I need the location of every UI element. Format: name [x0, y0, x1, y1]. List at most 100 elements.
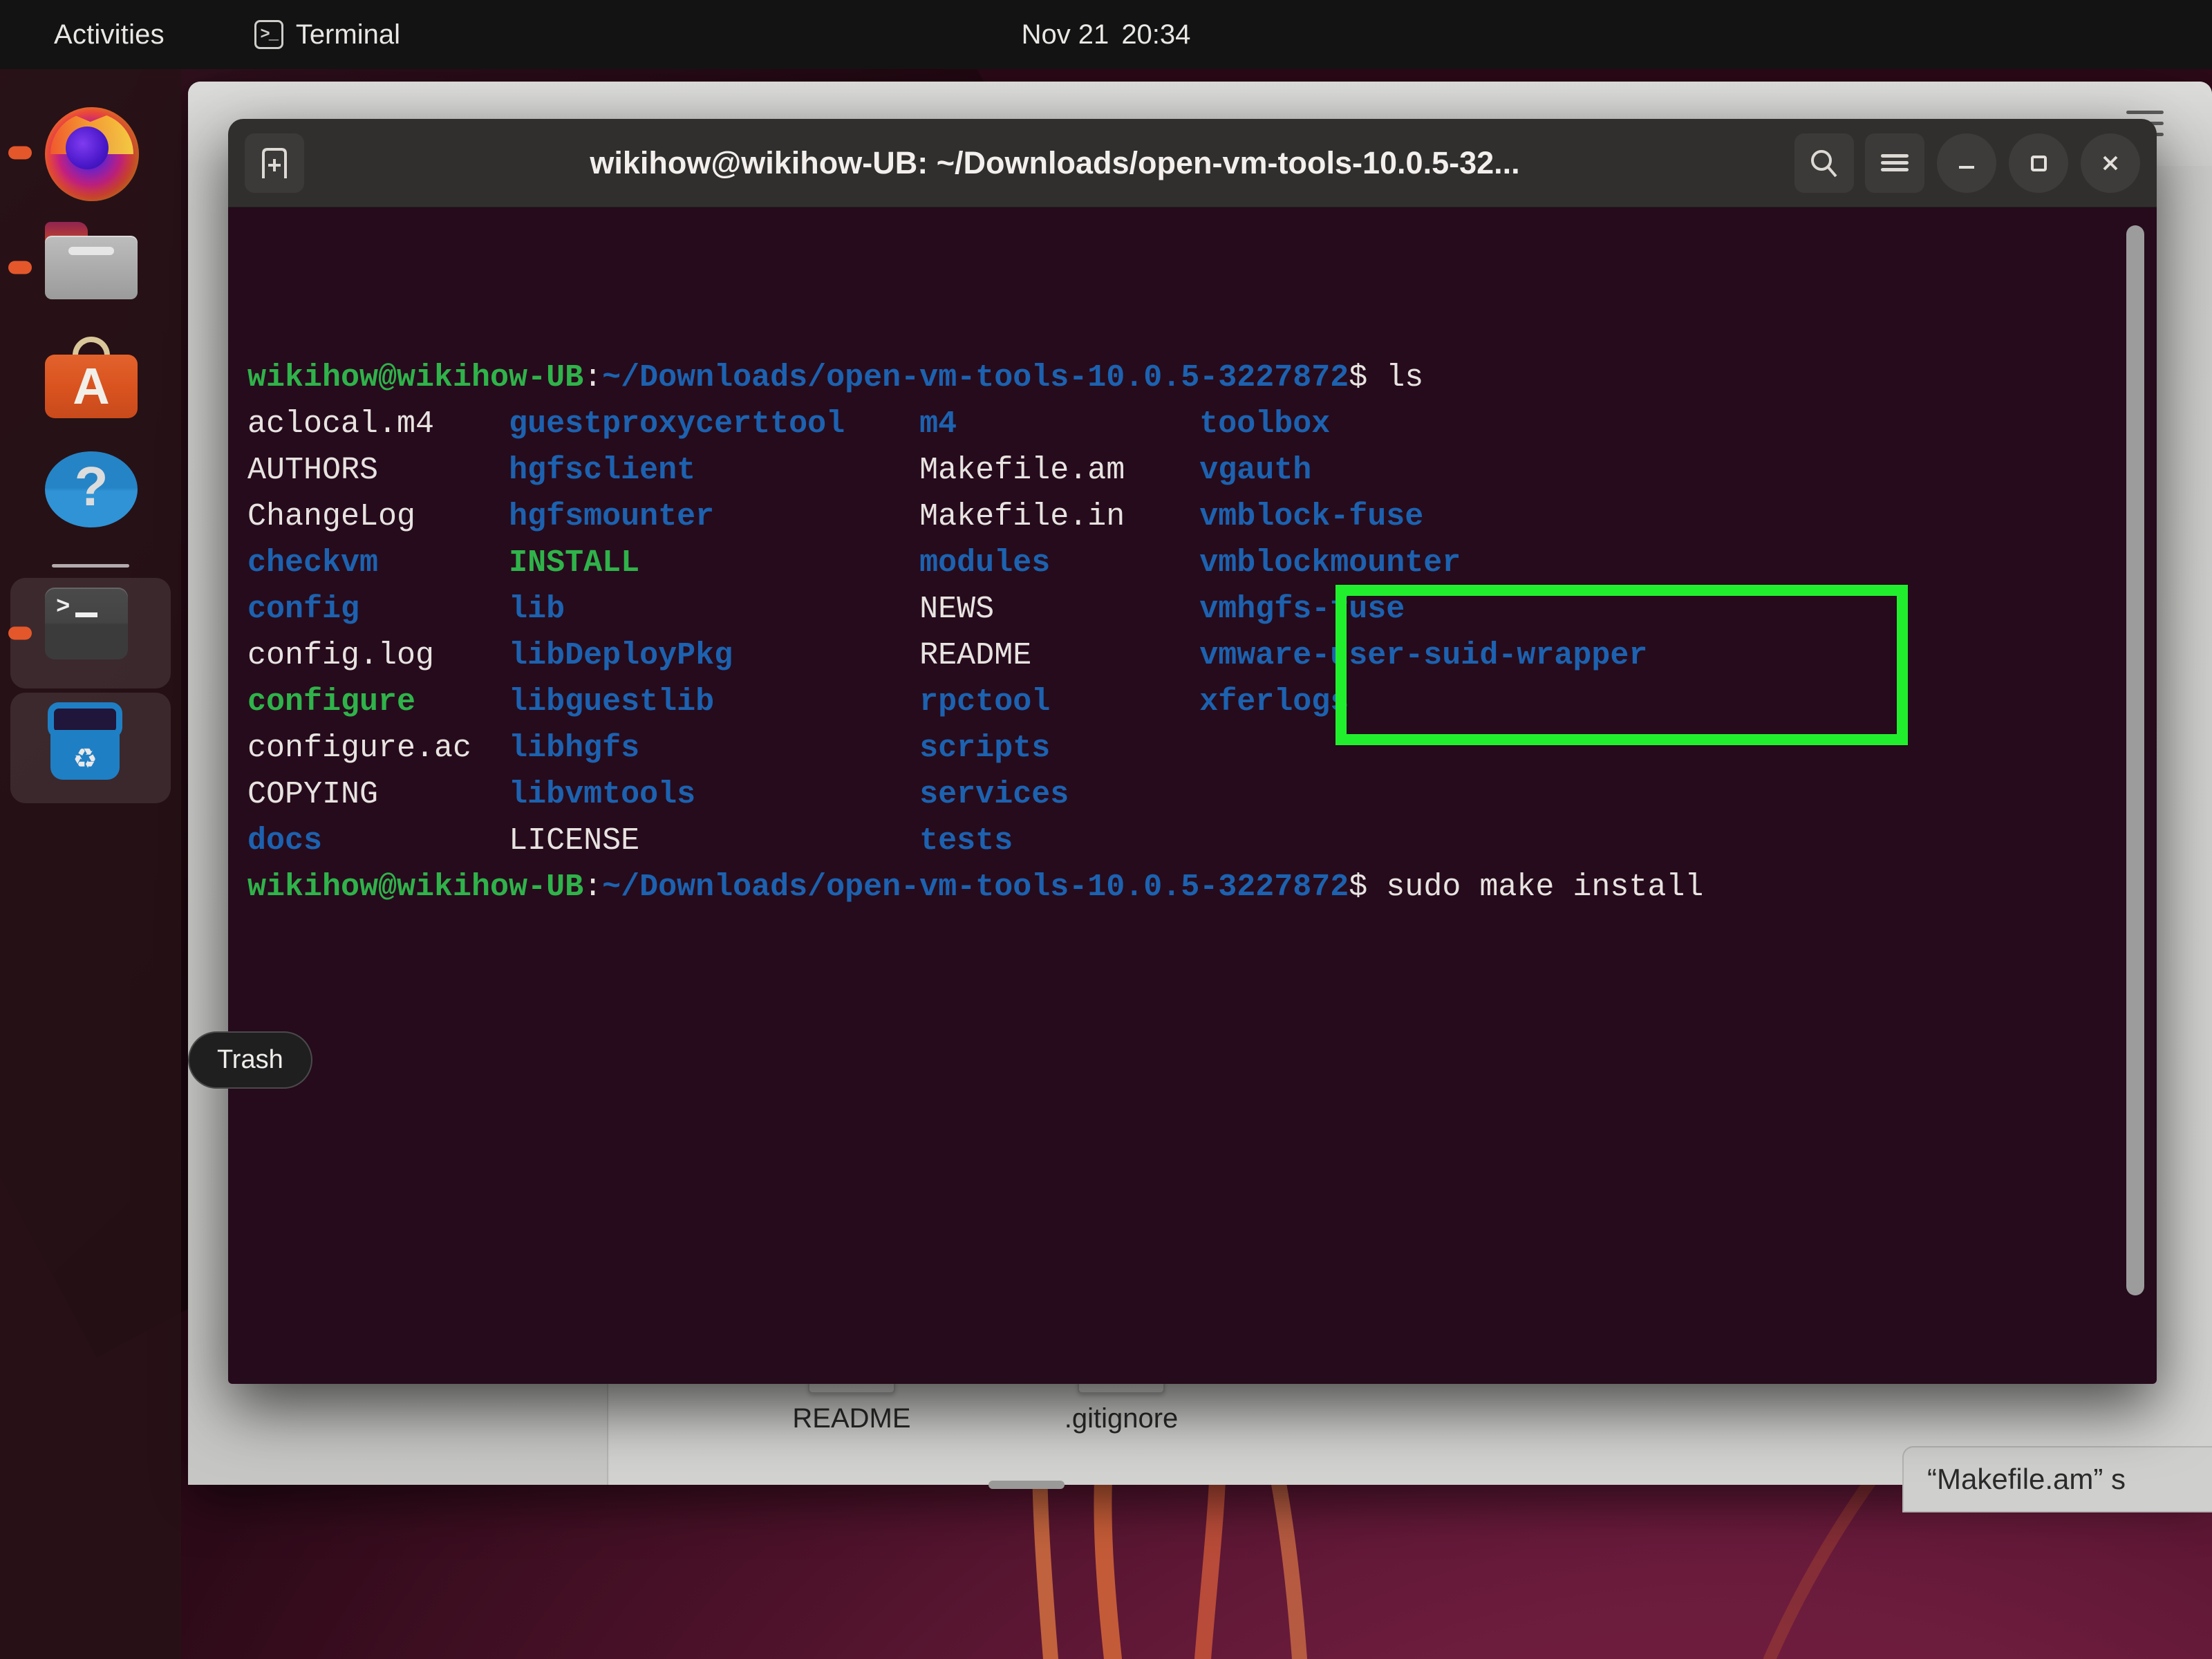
- firefox-icon: [45, 107, 139, 201]
- clock-date: Nov 21: [1021, 19, 1109, 50]
- ls-entry: COPYING: [247, 777, 509, 812]
- hamburger-icon[interactable]: [1865, 133, 1924, 193]
- ls-entry: aclocal.m4: [247, 406, 509, 442]
- ls-output-row: COPYING libvmtools services: [247, 771, 2157, 818]
- ls-entry: [1199, 771, 1759, 818]
- ls-entry: libhgfs: [509, 731, 920, 766]
- clock-time: 20:34: [1121, 19, 1191, 50]
- maximize-button[interactable]: [2009, 133, 2068, 193]
- file-item-label: README: [792, 1403, 911, 1434]
- dock-item-terminal[interactable]: >: [0, 576, 181, 691]
- dock-tile: ?: [10, 442, 171, 552]
- files-icon: [45, 222, 138, 313]
- ls-entry: [1199, 818, 1759, 864]
- new-tab-glyph: [262, 147, 287, 178]
- terminal-window[interactable]: wikihow@wikihow-UB: ~/Downloads/open-vm-…: [228, 119, 2157, 1384]
- ls-entry: lib: [509, 592, 920, 627]
- close-button[interactable]: [2081, 133, 2140, 193]
- search-icon[interactable]: [1794, 133, 1854, 193]
- running-indicator: [8, 261, 32, 274]
- minimize-button[interactable]: [1937, 133, 1996, 193]
- ubuntu-software-icon: A: [45, 337, 138, 428]
- ls-output-row: checkvm INSTALL modules vmblockmounter: [247, 540, 2157, 586]
- help-icon: ?: [45, 451, 138, 543]
- ls-entry: libvmtools: [509, 777, 920, 812]
- software-icon-glyph: A: [45, 355, 138, 418]
- ls-entry: libguestlib: [509, 684, 920, 720]
- prompt-user-host: wikihow@wikihow-UB: [247, 360, 584, 395]
- trash-icon: ♻: [45, 702, 136, 794]
- ls-entry: README: [919, 638, 1200, 673]
- minimize-icon: [1959, 165, 1974, 169]
- ls-output-row: aclocal.m4 guestproxycerttool m4 toolbox: [247, 401, 2157, 447]
- dock-divider: [52, 564, 129, 568]
- dock-item-firefox[interactable]: [0, 95, 181, 210]
- terminal-icon: >_: [254, 20, 283, 49]
- running-indicator: [8, 146, 32, 160]
- ls-entry: NEWS: [919, 592, 1200, 627]
- files-horizontal-scrollbar[interactable]: [988, 1481, 1065, 1489]
- ls-entry: m4: [919, 406, 1200, 442]
- dock-item-trash[interactable]: ♻: [0, 691, 181, 805]
- ls-entry: checkvm: [247, 545, 509, 581]
- ls-entry: hgfsclient: [509, 453, 920, 488]
- file-item-label: .gitignore: [1064, 1403, 1179, 1434]
- activities-button[interactable]: Activities: [43, 15, 176, 55]
- ls-entry: hgfsmounter: [509, 499, 920, 534]
- close-icon: [2103, 156, 2118, 170]
- terminal-prompt-line: wikihow@wikihow-UB:~/Downloads/open-vm-t…: [247, 864, 2157, 910]
- annotation-highlight-box: [1335, 585, 1908, 745]
- search-glyph: [1811, 149, 1837, 177]
- ls-entry: services: [919, 777, 1200, 812]
- ls-entry: toolbox: [1199, 406, 1760, 442]
- files-status-bar: “Makefile.am” s: [1902, 1446, 2212, 1512]
- ls-output-row: docs LICENSE tests: [247, 818, 2157, 864]
- dock-item-software[interactable]: A: [0, 325, 181, 440]
- gnome-top-bar: Activities >_ Terminal Nov 21 20:34: [0, 0, 2212, 69]
- ls-entry: modules: [919, 545, 1200, 581]
- dock-tile: A: [10, 327, 171, 438]
- terminal-scrollbar[interactable]: [2126, 225, 2144, 1295]
- terminal-command: $ ls: [1349, 360, 1424, 395]
- prompt-colon: :: [583, 870, 603, 905]
- current-app-label: Terminal: [295, 19, 400, 50]
- dock-tile: >: [10, 578, 171, 688]
- dock-item-files[interactable]: [0, 210, 181, 325]
- ls-output-row: ChangeLog hgfsmounter Makefile.in vmbloc…: [247, 494, 2157, 540]
- current-app-menu[interactable]: >_ Terminal: [243, 15, 411, 55]
- ls-entry: scripts: [919, 731, 1200, 766]
- ls-entry: tests: [919, 823, 1200, 859]
- terminal-icon: >: [45, 588, 136, 679]
- terminal-prompt-line: wikihow@wikihow-UB:~/Downloads/open-vm-t…: [247, 355, 2157, 401]
- ls-entry: vmblock-fuse: [1199, 499, 1760, 534]
- ls-entry: guestproxycerttool: [509, 406, 920, 442]
- help-icon-glyph: ?: [45, 451, 138, 527]
- dock-tile: [10, 97, 171, 208]
- ls-entry: rpctool: [919, 684, 1200, 720]
- ls-entry: INSTALL: [509, 545, 920, 581]
- ls-entry: config.log: [247, 638, 509, 673]
- terminal-screen[interactable]: wikihow@wikihow-UB:~/Downloads/open-vm-t…: [228, 207, 2157, 1384]
- ls-entry: Makefile.am: [919, 453, 1200, 488]
- ls-entry: vmblockmounter: [1199, 545, 1760, 581]
- dock-tile: ♻: [10, 693, 171, 803]
- prompt-path: ~/Downloads/open-vm-tools-10.0.5-3227872: [602, 360, 1349, 395]
- dock-tile: [10, 212, 171, 323]
- ls-entry: AUTHORS: [247, 453, 509, 488]
- terminal-title: wikihow@wikihow-UB: ~/Downloads/open-vm-…: [590, 144, 1520, 180]
- prompt-colon: :: [583, 360, 603, 395]
- ls-entry: Makefile.in: [919, 499, 1200, 534]
- trash-tooltip: Trash: [188, 1031, 312, 1089]
- terminal-command: $ sudo make install: [1349, 870, 1704, 905]
- ubuntu-dock[interactable]: A ? > ♻: [0, 69, 181, 1659]
- new-tab-icon[interactable]: [245, 133, 304, 193]
- ls-entry: config: [247, 592, 509, 627]
- prompt-user-host: wikihow@wikihow-UB: [247, 870, 584, 905]
- ls-output-row: AUTHORS hgfsclient Makefile.am vgauth: [247, 447, 2157, 494]
- terminal-titlebar[interactable]: wikihow@wikihow-UB: ~/Downloads/open-vm-…: [228, 119, 2157, 207]
- ls-entry: ChangeLog: [247, 499, 509, 534]
- maximize-icon: [2031, 155, 2047, 171]
- ls-entry: configure.ac: [247, 731, 509, 766]
- trash-icon-glyph: ♻: [50, 730, 120, 780]
- dock-item-help[interactable]: ?: [0, 440, 181, 554]
